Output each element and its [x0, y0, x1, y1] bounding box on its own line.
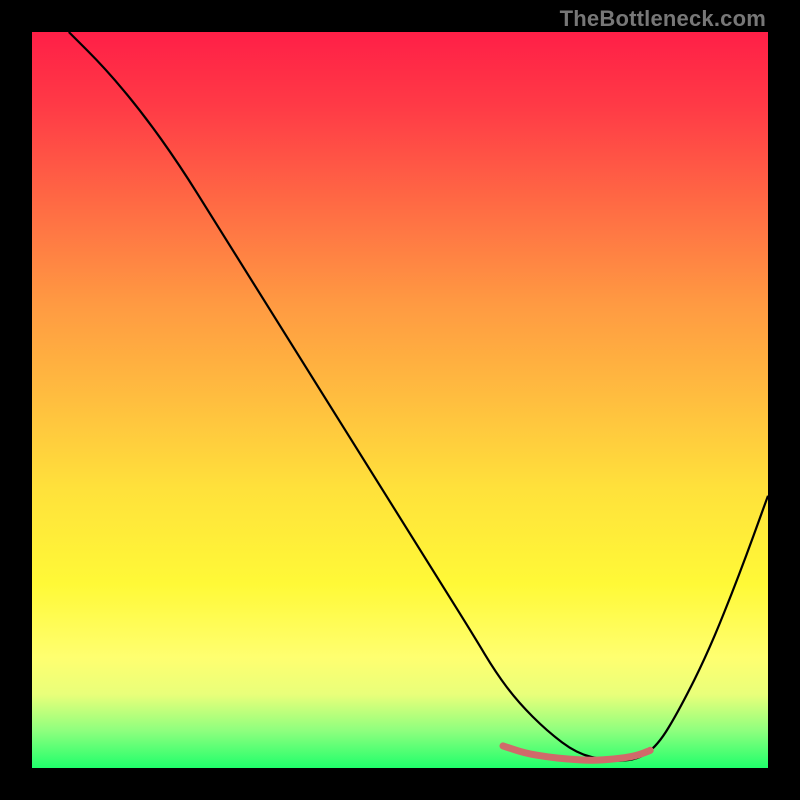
watermark-text: TheBottleneck.com	[560, 6, 766, 32]
bottleneck-curve-line	[69, 32, 768, 761]
chart-svg	[32, 32, 768, 768]
optimal-range-line	[503, 746, 650, 760]
